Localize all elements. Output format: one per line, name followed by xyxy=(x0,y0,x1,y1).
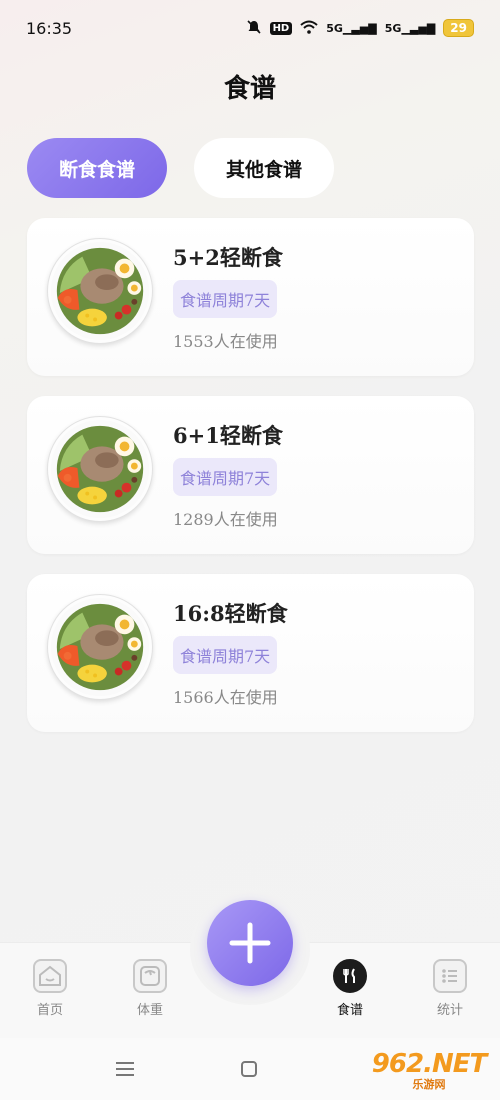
watermark-main: 962.NET xyxy=(371,1048,487,1079)
menu-icon[interactable] xyxy=(115,1060,135,1082)
stats-icon xyxy=(433,959,467,993)
tab-other-recipes[interactable]: 其他食谱 xyxy=(194,138,334,198)
home-icon xyxy=(33,959,67,993)
plus-icon xyxy=(229,922,271,964)
recipe-user-count: 1289人在使用 xyxy=(173,510,278,529)
tab-fasting-recipes[interactable]: 断食食谱 xyxy=(27,138,167,198)
recipe-user-count: 1553人在使用 xyxy=(173,332,278,351)
recipe-cycle-tag: 食谱周期7天 xyxy=(173,280,278,318)
salad-bowl-image xyxy=(47,416,153,522)
add-button[interactable] xyxy=(207,900,293,986)
recipe-cycle-tag: 食谱周期7天 xyxy=(173,636,278,674)
signal-icon: 5G▁▃▅▇ xyxy=(326,21,377,35)
mute-icon xyxy=(246,19,262,38)
recipe-title: 16:8轻断食 xyxy=(173,601,288,626)
nav-label-stats: 统计 xyxy=(436,1003,463,1018)
recipe-title: 5+2轻断食 xyxy=(173,245,283,270)
recipe-user-count: 1566人在使用 xyxy=(173,688,278,707)
nav-item-stats[interactable]: 统计 xyxy=(420,959,480,1018)
status-icons: HD 5G▁▃▅▇ 5G▁▃▅▇ 29 xyxy=(246,19,474,38)
recipe-card[interactable]: 16:8轻断食 食谱周期7天 1566人在使用 xyxy=(27,574,474,732)
nav-label-recipes: 食谱 xyxy=(336,1003,363,1018)
recipe-title: 6+1轻断食 xyxy=(173,423,283,448)
recipe-card[interactable]: 6+1轻断食 食谱周期7天 1289人在使用 xyxy=(27,396,474,554)
recipe-list: 5+2轻断食 食谱周期7天 1553人在使用 6+1轻断食 食谱周期7天 128… xyxy=(27,218,474,752)
watermark-sub: 乐游网 xyxy=(412,1077,446,1091)
signal-icon-2: 5G▁▃▅▇ xyxy=(384,21,436,35)
status-bar: 16:35 HD 5G▁▃▅▇ 5G▁▃▅▇ 29 xyxy=(0,0,500,56)
nav-item-recipes[interactable]: 食谱 xyxy=(320,959,380,1018)
watermark-logo: 962.NET 乐游网 xyxy=(364,1046,494,1094)
salad-bowl-image xyxy=(47,594,153,700)
status-time: 16:35 xyxy=(26,18,73,38)
nav-item-home[interactable]: 首页 xyxy=(20,959,80,1018)
recipe-icon xyxy=(333,959,367,993)
nav-item-weight[interactable]: 体重 xyxy=(120,959,180,1018)
recipe-card[interactable]: 5+2轻断食 食谱周期7天 1553人在使用 xyxy=(27,218,474,376)
scale-icon xyxy=(133,959,167,993)
recipe-cycle-tag: 食谱周期7天 xyxy=(173,458,278,496)
hd-icon: HD xyxy=(269,21,293,35)
wifi-icon xyxy=(300,20,318,37)
home-square-icon[interactable] xyxy=(240,1060,258,1082)
battery-icon: 29 xyxy=(443,19,474,37)
salad-bowl-image xyxy=(47,238,153,344)
recipe-tabs: 断食食谱 其他食谱 xyxy=(27,138,334,198)
page-title: 食谱 xyxy=(223,74,276,104)
nav-label-weight: 体重 xyxy=(136,1003,163,1018)
nav-label-home: 首页 xyxy=(36,1003,63,1018)
